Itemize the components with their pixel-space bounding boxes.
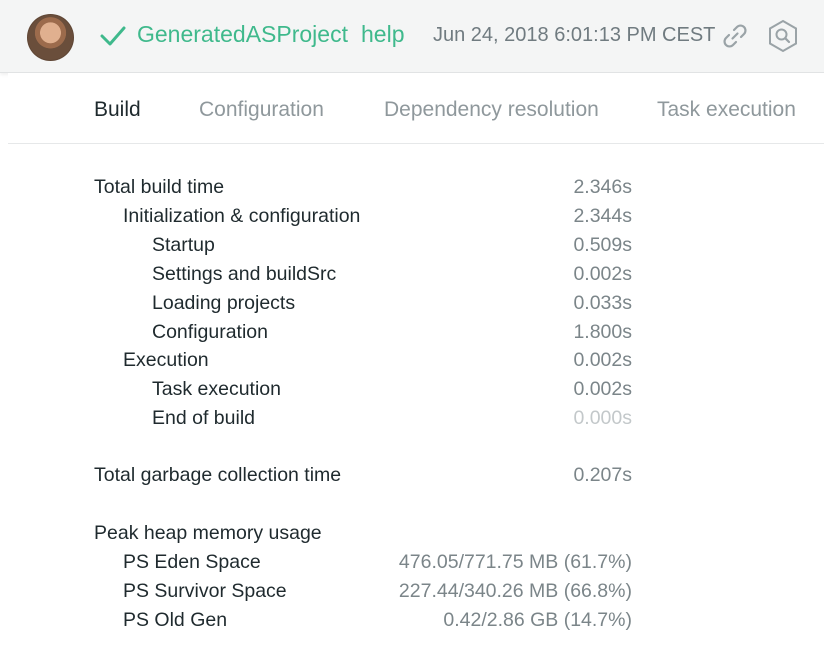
- summary-row: Loading projects 0.033s: [0, 292, 632, 320]
- row-label: Startup: [152, 234, 215, 256]
- link-icon[interactable]: [720, 21, 750, 51]
- summary-row: Peak heap memory usage: [0, 522, 632, 550]
- summary-row: Total garbage collection time 0.207s: [0, 464, 632, 492]
- check-icon: [100, 26, 126, 46]
- help-link[interactable]: help: [361, 21, 404, 48]
- row-value: 0.509s: [573, 234, 632, 256]
- summary-row: Total build time 2.346s: [0, 176, 632, 204]
- row-value: 0.002s: [573, 263, 632, 285]
- project-name-link[interactable]: GeneratedASProject: [137, 21, 348, 48]
- row-label: Total build time: [94, 176, 225, 198]
- summary-row: PS Old Gen 0.42/2.86 GB (14.7%): [0, 609, 632, 637]
- row-value: 2.344s: [573, 205, 632, 227]
- summary-row: Configuration 1.800s: [0, 321, 632, 349]
- row-label: PS Survivor Space: [123, 580, 287, 602]
- row-label: Configuration: [152, 321, 268, 343]
- tab-task-execution[interactable]: Task execution: [657, 98, 796, 122]
- row-label: PS Eden Space: [123, 551, 261, 573]
- row-value: 0.033s: [573, 292, 632, 314]
- summary-row: Initialization & configuration 2.344s: [0, 205, 632, 233]
- row-value: 0.42/2.86 GB (14.7%): [443, 609, 632, 631]
- row-value: 476.05/771.75 MB (61.7%): [398, 551, 632, 573]
- row-value: 0.002s: [573, 349, 632, 371]
- row-label: PS Old Gen: [123, 609, 228, 631]
- row-label: Execution: [123, 349, 209, 371]
- row-value: 0.002s: [573, 378, 632, 400]
- tab-build[interactable]: Build: [94, 98, 141, 122]
- tab-dependency-resolution[interactable]: Dependency resolution: [384, 98, 599, 122]
- summary-row: PS Eden Space 476.05/771.75 MB (61.7%): [0, 551, 632, 579]
- summary-row: Execution 0.002s: [0, 349, 632, 377]
- row-value: 2.346s: [573, 176, 632, 198]
- row-label: Task execution: [152, 378, 281, 400]
- tab-configuration[interactable]: Configuration: [199, 98, 324, 122]
- avatar[interactable]: [27, 14, 74, 61]
- row-label: Peak heap memory usage: [94, 522, 322, 544]
- summary-row: End of build 0.000s: [0, 407, 632, 435]
- summary-row: Settings and buildSrc 0.002s: [0, 263, 632, 291]
- row-label: Initialization & configuration: [123, 205, 361, 227]
- row-value: 0.207s: [573, 464, 632, 486]
- row-value: 0.000s: [573, 407, 632, 429]
- header-bar: GeneratedASProject help Jun 24, 2018 6:0…: [0, 0, 824, 73]
- summary-row: PS Survivor Space 227.44/340.26 MB (66.8…: [0, 580, 632, 608]
- row-label: End of build: [152, 407, 255, 429]
- build-timestamp: Jun 24, 2018 6:01:13 PM CEST: [433, 24, 716, 46]
- row-label: Total garbage collection time: [94, 464, 342, 486]
- row-value: 1.800s: [573, 321, 632, 343]
- summary-row: Task execution 0.002s: [0, 378, 632, 406]
- row-value: 227.44/340.26 MB (66.8%): [398, 580, 632, 602]
- tab-bar: Build Configuration Dependency resolutio…: [8, 73, 824, 144]
- row-label: Settings and buildSrc: [152, 263, 337, 285]
- search-icon[interactable]: [766, 19, 800, 53]
- row-label: Loading projects: [152, 292, 296, 314]
- summary-row: Startup 0.509s: [0, 234, 632, 262]
